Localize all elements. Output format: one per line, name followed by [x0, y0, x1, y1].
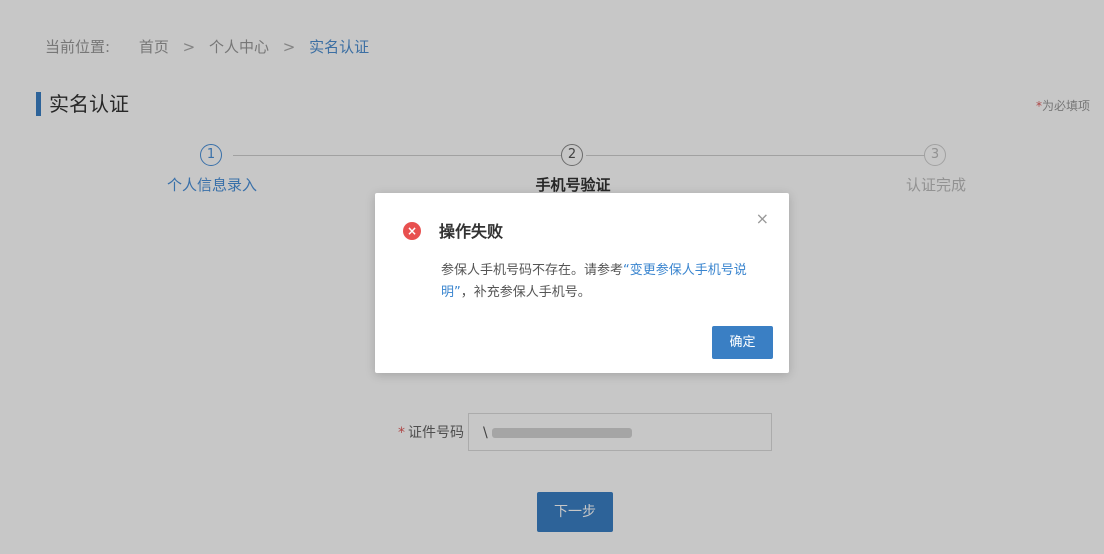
close-icon[interactable]: × [756, 209, 769, 228]
error-dialog: × 操作失败 × 参保人手机号码不存在。请参考“变更参保人手机号说明”，补充参保… [375, 193, 789, 373]
dialog-message-text-end: ，补充参保人手机号。 [460, 285, 591, 300]
dialog-title: 操作失败 [439, 222, 504, 241]
confirm-button[interactable]: 确定 [712, 326, 773, 359]
dialog-message-text: 参保人手机号码不存在。请参考 [441, 263, 624, 278]
dialog-message: 参保人手机号码不存在。请参考“变更参保人手机号说明”，补充参保人手机号。 [441, 260, 771, 304]
error-x-icon: × [403, 222, 421, 240]
